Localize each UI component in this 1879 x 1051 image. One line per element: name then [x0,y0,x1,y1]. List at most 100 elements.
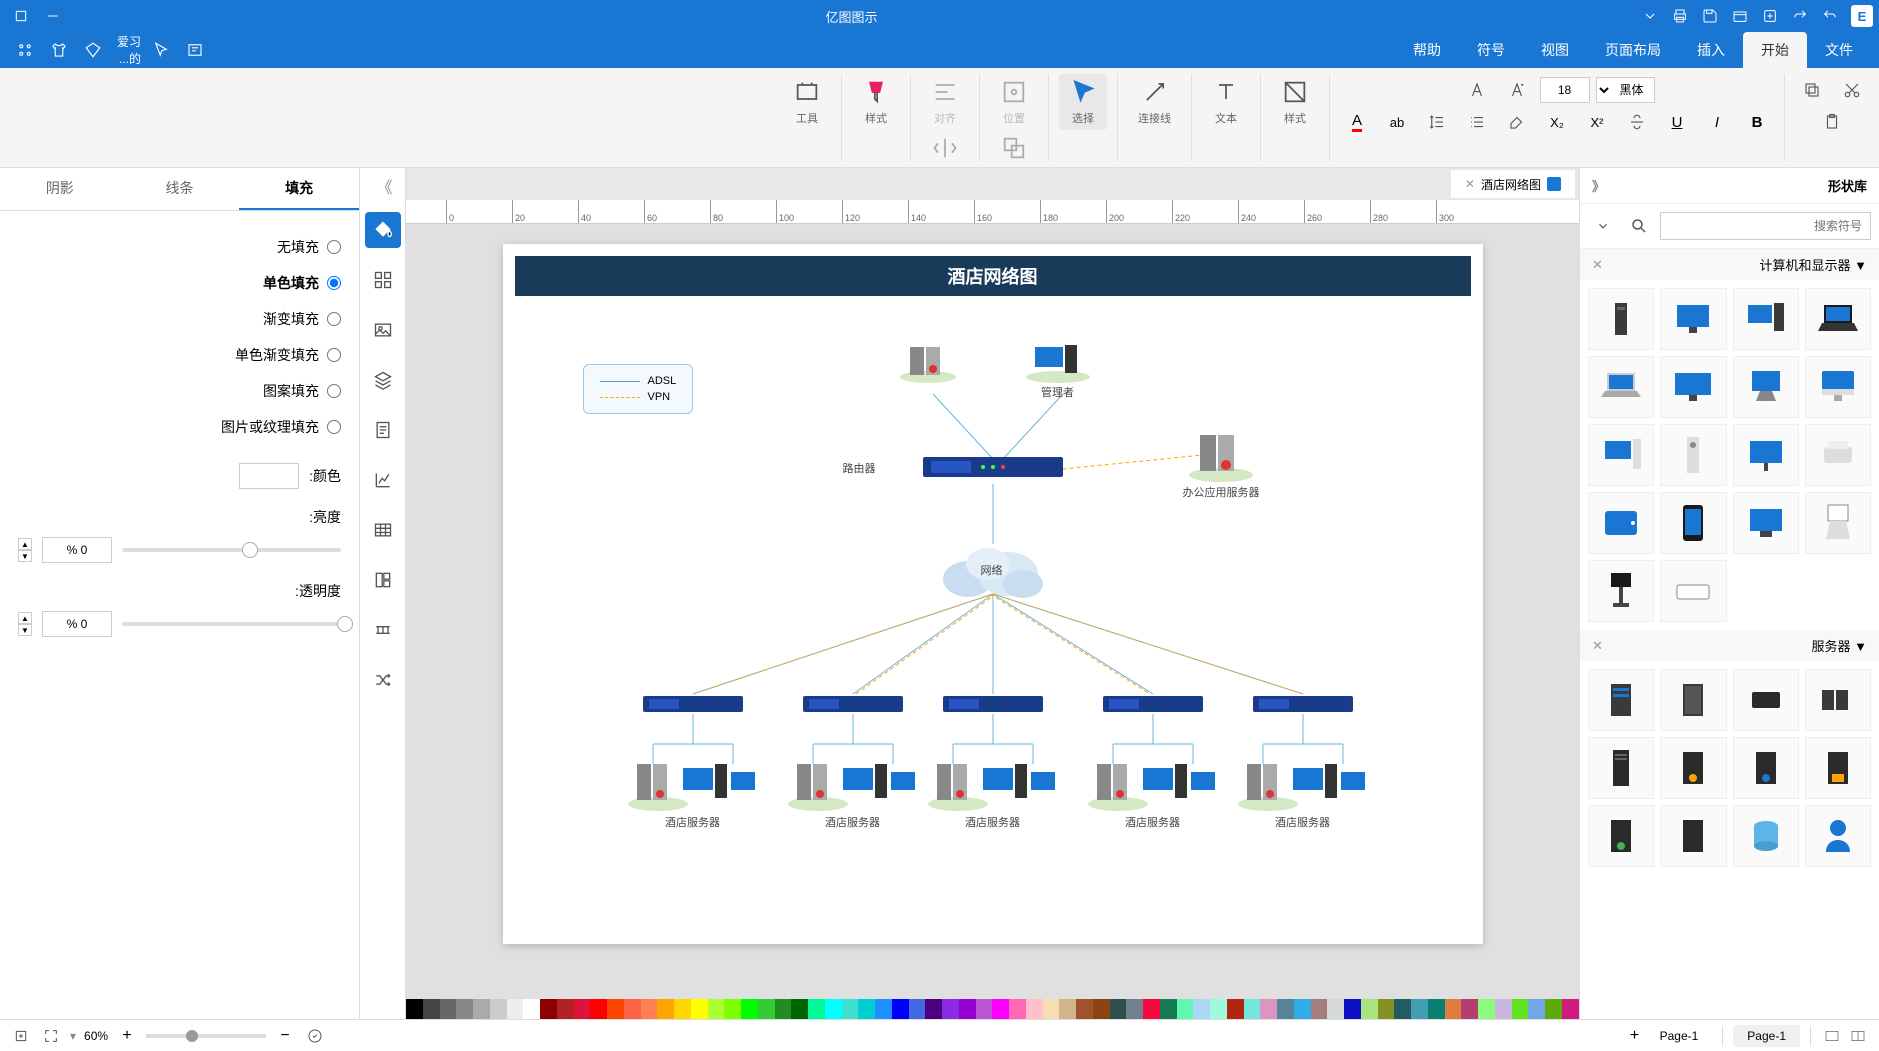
line-spacing-button[interactable] [1420,106,1454,138]
search-dropdown-icon[interactable] [1588,212,1618,240]
copy-button[interactable] [1795,74,1829,106]
subscript-button[interactable]: X₂ [1540,106,1574,138]
zoom-fit-icon[interactable] [304,1025,326,1047]
prop-tab-fill[interactable]: 填充 [239,168,359,210]
brightness-down-icon[interactable]: ▼ [18,550,32,562]
node-switch-2[interactable] [803,694,903,714]
color-swatch[interactable] [1378,999,1395,1019]
color-swatch[interactable] [1545,999,1562,1019]
vtool-components[interactable] [365,562,401,598]
radio-no-fill[interactable]: 无填充 [18,229,341,265]
paste-button[interactable] [1815,106,1849,138]
hotel-cluster-3[interactable]: 酒店服务器 [923,754,1063,830]
hotel-cluster-4[interactable]: 酒店服务器 [1083,754,1223,830]
color-swatch[interactable] [875,999,892,1019]
color-swatch[interactable] [507,999,524,1019]
color-swatch[interactable] [1478,999,1495,1019]
color-swatch[interactable] [657,999,674,1019]
color-swatch[interactable] [1126,999,1143,1019]
more-dropdown[interactable] [1635,1,1665,31]
color-swatch[interactable] [1160,999,1177,1019]
color-swatch[interactable] [892,999,909,1019]
shape-category-servers[interactable]: ▼ 服务器 ✕ [1580,630,1879,661]
page-tab[interactable]: Page-1 [1733,1025,1800,1047]
color-swatch[interactable] [858,999,875,1019]
strikethrough-button[interactable] [1620,106,1654,138]
expand-vtoolbar-icon[interactable]: 》 [377,174,389,198]
font-color-button[interactable]: A [1340,106,1374,138]
menu-view[interactable]: 视图 [1523,32,1587,68]
color-swatch[interactable] [724,999,741,1019]
superscript-button[interactable]: X² [1580,106,1614,138]
color-swatch[interactable] [1461,999,1478,1019]
vtool-chart[interactable] [365,462,401,498]
color-swatch[interactable] [775,999,792,1019]
color-swatch[interactable] [1277,999,1294,1019]
color-swatch[interactable] [1411,999,1428,1019]
color-swatch[interactable] [808,999,825,1019]
maximize-button[interactable] [6,1,36,31]
text-case-button[interactable]: ab [1380,106,1414,138]
prop-tab-line[interactable]: 线条 [120,168,240,210]
shape-server-storage[interactable] [1660,805,1726,867]
search-button[interactable] [1624,212,1654,240]
opacity-down-icon[interactable]: ▼ [18,624,32,636]
shape-user-server[interactable] [1805,805,1871,867]
shape-kiosk[interactable] [1805,492,1871,554]
print-button[interactable] [1665,1,1695,31]
vtool-measure[interactable] [365,612,401,648]
color-swatch[interactable] [456,999,473,1019]
color-swatch[interactable] [1244,999,1261,1019]
hotel-cluster-2[interactable]: 酒店服务器 [783,754,923,830]
color-swatch[interactable] [1294,999,1311,1019]
new-button[interactable] [1755,1,1785,31]
save-button[interactable] [1695,1,1725,31]
page-grid-icon[interactable] [1847,1025,1869,1047]
menu-start[interactable]: 开始 [1743,32,1807,68]
color-swatch[interactable] [574,999,591,1019]
color-swatch[interactable] [674,999,691,1019]
close-category-icon[interactable]: ✕ [1592,257,1603,273]
color-swatch[interactable] [590,999,607,1019]
color-swatch[interactable] [1026,999,1043,1019]
color-swatch[interactable] [758,999,775,1019]
shape-server-web[interactable] [1733,737,1799,799]
shape-imac[interactable] [1805,356,1871,418]
pointer-icon[interactable] [147,36,175,64]
bold-button[interactable]: B [1740,106,1774,138]
node-server-top[interactable] [898,339,958,384]
style-button[interactable]: 样式 [1271,74,1319,130]
node-router[interactable] [923,452,1063,482]
shape-nas[interactable] [1733,669,1799,731]
color-swatch[interactable] [1076,999,1093,1019]
vtool-table[interactable] [365,512,401,548]
font-increase-icon[interactable] [1500,74,1534,106]
color-swatch[interactable] [540,999,557,1019]
color-swatch[interactable] [1495,999,1512,1019]
canvas-scroll[interactable]: 酒店网络图 ADSL VPN [406,224,1579,999]
shape-tablet-landscape[interactable] [1588,492,1654,554]
color-swatch[interactable] [1009,999,1026,1019]
menu-file[interactable]: 文件 [1807,32,1871,68]
font-size-input[interactable] [1540,77,1590,103]
menu-insert[interactable]: 插入 [1679,32,1743,68]
color-swatch[interactable] [1361,999,1378,1019]
color-swatch[interactable] [473,999,490,1019]
brightness-slider[interactable] [122,548,341,552]
brightness-up-icon[interactable]: ▲ [18,538,32,550]
menu-help[interactable]: 帮助 [1395,32,1459,68]
shape-scanner[interactable] [1660,560,1726,622]
cut-button[interactable] [1835,74,1869,106]
tools-button[interactable]: 工具 [783,74,831,130]
hotel-cluster-1[interactable]: 酒店服务器 [623,754,763,830]
shape-server-blade[interactable] [1660,669,1726,731]
opacity-slider[interactable] [122,622,341,626]
shape-server-rack[interactable] [1588,669,1654,731]
minimize-button[interactable] [38,1,68,31]
color-swatch[interactable] [1562,999,1579,1019]
color-swatch[interactable] [1177,999,1194,1019]
page-canvas[interactable]: 酒店网络图 ADSL VPN [503,244,1483,944]
diamond-icon[interactable] [79,36,107,64]
align-button[interactable]: 对齐 [921,74,969,130]
color-swatch[interactable] [842,999,859,1019]
